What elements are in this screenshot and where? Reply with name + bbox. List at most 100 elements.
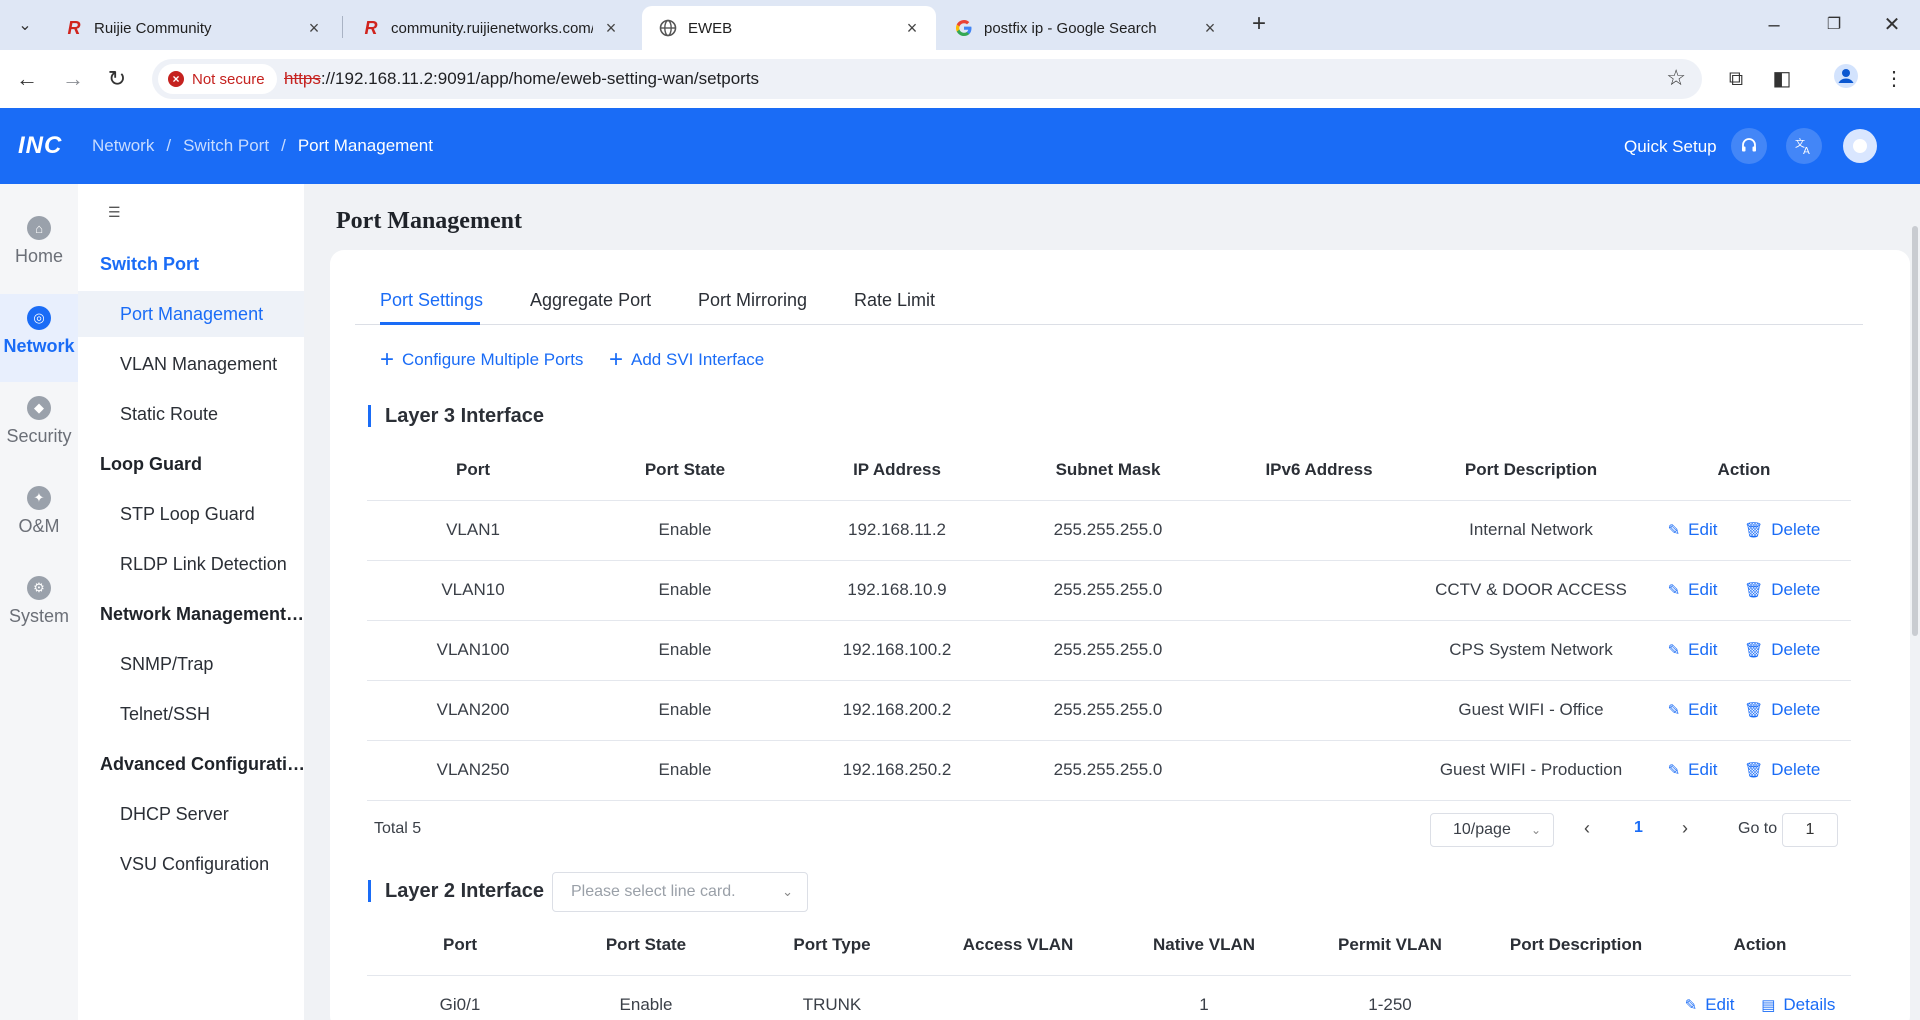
close-window-icon[interactable]: ✕ [1872,10,1912,40]
close-icon[interactable]: × [601,18,621,39]
menu-group-switch-port[interactable]: Switch Port [100,254,306,275]
port-cell: VLAN1 [367,500,579,561]
delete-button[interactable]: 🗑 Delete [1744,520,1820,540]
configure-multiple-ports-button[interactable]: + Configure Multiple Ports [380,346,583,373]
edit-button[interactable]: ✎ Edit [1668,760,1718,780]
details-button[interactable]: ▤ Details [1761,995,1835,1015]
menu-item-stp-loop-guard[interactable]: STP Loop Guard [78,491,304,537]
close-icon[interactable]: × [902,18,922,39]
edit-button[interactable]: ✎ Edit [1668,700,1718,720]
next-page-icon[interactable]: › [1682,818,1688,839]
action-cell: ✎ Edit 🗑 Delete [1637,500,1851,561]
tab-rate-limit[interactable]: Rate Limit [854,290,935,311]
extensions-icon[interactable]: ⧉ [1720,63,1752,95]
column-header: Action [1669,915,1851,976]
menu-item-telnet-ssh[interactable]: Telnet/SSH [78,691,304,737]
bookmark-star-icon[interactable]: ☆ [1666,65,1686,91]
page-title: Port Management [336,208,522,234]
table-header-row: Port Port State IP Address Subnet Mask I… [367,440,1851,501]
edit-button[interactable]: ✎ Edit [1668,520,1718,540]
description-cell [1483,975,1669,1020]
prev-page-icon[interactable]: ‹ [1584,818,1590,839]
delete-button[interactable]: 🗑 Delete [1744,700,1820,720]
menu-group-advanced-configuration[interactable]: Advanced Configuration [100,754,306,775]
profile-icon[interactable] [1830,63,1862,95]
state-cell: Enable [579,500,791,561]
headset-icon[interactable] [1731,128,1767,164]
menu-item-rldp-link-detection[interactable]: RLDP Link Detection [78,541,304,587]
language-icon[interactable]: 文A [1786,128,1822,164]
menu-item-port-management[interactable]: Port Management [78,291,304,337]
description-cell: Guest WIFI - Production [1425,740,1637,801]
permit-vlan-cell: 1-250 [1297,975,1483,1020]
page-scrollbar[interactable] [1912,226,1918,636]
address-bar[interactable]: × Not secure https://192.168.11.2:9091/a… [152,59,1702,99]
state-cell: Enable [553,975,739,1020]
breadcrumb-switch-port[interactable]: Switch Port [183,136,269,156]
new-tab-button[interactable]: + [1244,10,1274,40]
ip-cell: 192.168.200.2 [791,680,1003,741]
user-avatar[interactable] [1843,129,1877,163]
side-panel-icon[interactable]: ◧ [1766,63,1798,95]
back-icon[interactable]: ← [12,64,42,94]
state-cell: Enable [579,560,791,621]
current-page-number[interactable]: 1 [1634,819,1643,837]
restore-icon[interactable]: ❐ [1814,10,1854,40]
reload-icon[interactable]: ↻ [102,64,132,94]
url-text[interactable]: https://192.168.11.2:9091/app/home/eweb-… [284,69,759,89]
menu-item-vlan-management[interactable]: VLAN Management [78,341,304,387]
collapse-menu-icon[interactable]: ☰ [108,204,121,221]
svg-text:A: A [1803,146,1810,156]
delete-button[interactable]: 🗑 Delete [1744,640,1820,660]
security-chip[interactable]: × Not secure [158,64,277,94]
column-header: Native VLAN [1111,915,1297,976]
rail-item-home[interactable]: ⌂ Home [0,204,78,292]
menu-item-dhcp-server[interactable]: DHCP Server [78,791,304,837]
edit-icon: ✎ [1667,582,1681,599]
rail-item-system[interactable]: ⚙ System [0,564,78,652]
menu-item-static-route[interactable]: Static Route [78,391,304,437]
menu-group-loop-guard[interactable]: Loop Guard [100,454,306,475]
tab-aggregate-port[interactable]: Aggregate Port [530,290,651,311]
browser-tab[interactable]: R Ruijie Community × [48,6,338,50]
delete-button[interactable]: 🗑 Delete [1744,760,1820,780]
chevron-down-icon: ⌄ [782,884,793,899]
ip-cell: 192.168.100.2 [791,620,1003,681]
column-header: Port Description [1425,440,1637,501]
forward-icon[interactable]: → [58,64,88,94]
minimize-icon[interactable]: – [1754,10,1794,40]
close-icon[interactable]: × [304,18,324,39]
menu-group-network-management[interactable]: Network Management ... [100,604,306,625]
edit-button[interactable]: ✎ Edit [1685,995,1735,1015]
edit-button[interactable]: ✎ Edit [1668,640,1718,660]
active-tab-indicator [380,322,480,325]
add-svi-interface-button[interactable]: + Add SVI Interface [609,348,764,372]
menu-item-snmp-trap[interactable]: SNMP/Trap [78,641,304,687]
close-icon[interactable]: × [1200,18,1220,39]
menu-item-vsu-configuration[interactable]: VSU Configuration [78,841,304,887]
goto-page-input[interactable]: 1 [1782,813,1838,847]
breadcrumb-network[interactable]: Network [92,136,154,156]
action-cell: ✎ Edit 🗑 Delete [1637,740,1851,801]
browser-tab[interactable]: R community.ruijienetworks.com/ × [345,6,635,50]
rail-item-om[interactable]: ✦ O&M [0,474,78,562]
rail-item-network[interactable]: ◎ Network [0,294,78,382]
column-header: Subnet Mask [1003,440,1213,501]
table-row: VLAN100 Enable 192.168.100.2 255.255.255… [367,620,1851,681]
browser-tab[interactable]: postfix ip - Google Search × [938,6,1234,50]
page-size-select[interactable]: 10/page ⌄ [1430,813,1554,847]
line-card-select[interactable]: Please select line card. ⌄ [552,872,808,912]
browser-toolbar: ← → ↻ × Not secure https://192.168.11.2:… [0,50,1920,108]
edit-button[interactable]: ✎ Edit [1668,580,1718,600]
delete-button[interactable]: 🗑 Delete [1744,580,1820,600]
rail-item-security[interactable]: ◆ Security [0,384,78,472]
tab-search-button[interactable]: ⌄ [8,9,42,41]
tab-port-mirroring[interactable]: Port Mirroring [698,290,807,311]
plus-icon: + [380,346,395,373]
tab-port-settings[interactable]: Port Settings [380,290,483,311]
warning-icon: × [168,71,184,87]
browser-menu-icon[interactable]: ⋮ [1878,63,1910,95]
quick-setup-button[interactable]: Quick Setup [1624,137,1717,157]
column-header: IP Address [791,440,1003,501]
browser-tab-active[interactable]: EWEB × [642,6,936,50]
